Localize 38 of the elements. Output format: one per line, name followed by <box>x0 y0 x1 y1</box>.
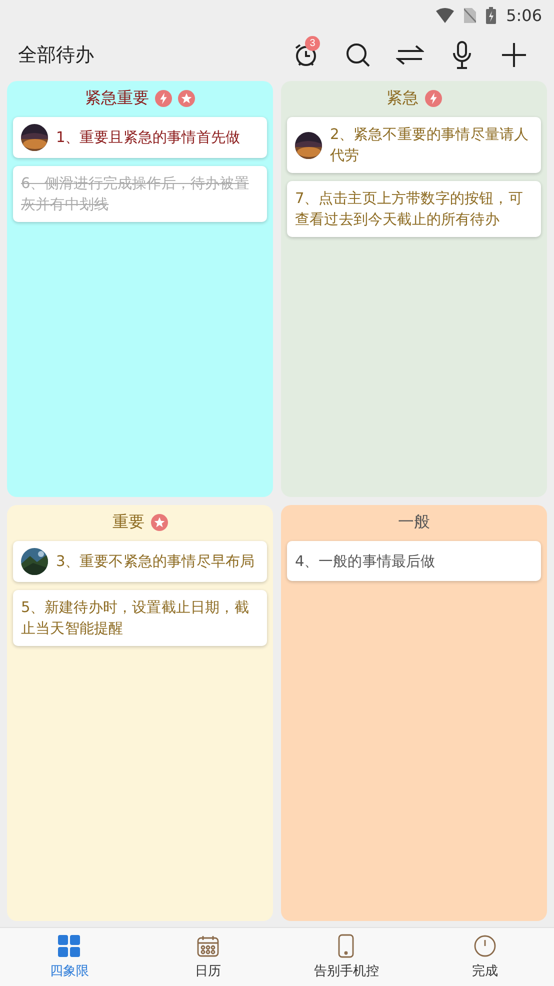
quadrant-title: 一般 <box>398 512 430 532</box>
task-card[interactable]: 5、新建待办时，设置截止日期，截止当天智能提醒 <box>13 590 267 646</box>
quadrant-title: 紧急重要 <box>85 88 149 108</box>
swap-arrows-icon <box>396 44 424 66</box>
calendar-icon <box>196 934 220 958</box>
task-text: 6、侧滑进行完成操作后，待办被置灰并有中划线 <box>21 174 250 215</box>
task-card[interactable]: 3、重要不紧急的事情尽早布局 <box>13 541 267 582</box>
nav-tab[interactable]: 完成 <box>416 928 554 986</box>
task-card[interactable]: 2、紧急不重要的事情尽量请人代劳 <box>287 117 541 173</box>
microphone-icon <box>451 41 473 69</box>
task-text: 7、点击主页上方带数字的按钮，可查看过去到今天截止的所有待办 <box>295 189 524 230</box>
phone-icon <box>337 934 356 958</box>
search-icon <box>345 42 371 68</box>
status-time: 5:06 <box>506 6 542 24</box>
count-badge: 3 <box>305 36 320 51</box>
grid-icon <box>57 934 82 958</box>
no-sim-icon <box>464 8 476 22</box>
task-text: 2、紧急不重要的事情尽量请人代劳 <box>330 125 530 166</box>
battery-icon <box>486 6 496 24</box>
task-text: 5、新建待办时，设置截止日期，截止当天智能提醒 <box>21 598 250 639</box>
task-text: 3、重要不紧急的事情尽早布局 <box>56 552 255 572</box>
task-text: 1、重要且紧急的事情首先做 <box>56 128 240 148</box>
lightning-icon <box>424 90 442 106</box>
nav-tab[interactable]: 告别手机控 <box>277 928 416 986</box>
task-text: 4、一般的事情最后做 <box>295 552 436 572</box>
nav-tab[interactable]: 四象限 <box>0 928 138 986</box>
task-card[interactable]: 7、点击主页上方带数字的按钮，可查看过去到今天截止的所有待办 <box>287 181 541 237</box>
clock-icon <box>472 934 497 958</box>
quadrant-title: 紧急 <box>386 88 418 108</box>
task-card[interactable]: 4、一般的事情最后做 <box>287 541 541 581</box>
page-title: 全部待办 <box>18 43 95 68</box>
nav-tab[interactable]: 日历 <box>138 928 277 986</box>
lightning-icon <box>155 90 172 106</box>
plus-icon <box>501 42 527 68</box>
wifi-icon <box>436 8 454 22</box>
task-card[interactable]: 1、重要且紧急的事情首先做 <box>13 117 267 158</box>
alarm-clock-button[interactable]: 3 <box>280 35 332 75</box>
quadrant-title: 重要 <box>112 512 144 532</box>
